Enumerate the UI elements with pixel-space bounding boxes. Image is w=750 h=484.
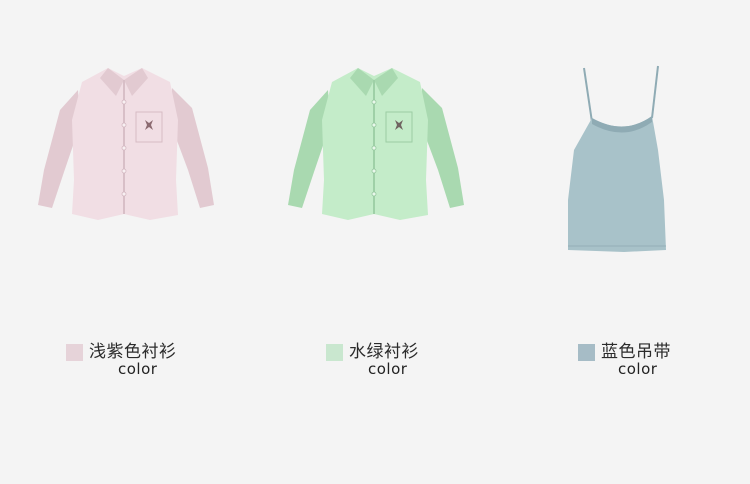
color-name: 浅紫色衬衫 — [89, 341, 177, 362]
blue-camisole-image — [568, 65, 666, 252]
product-card-green-shirt[interactable]: 水绿衬衫 color — [250, 0, 500, 484]
color-name: 水绿衬衫 — [349, 341, 419, 362]
green-shirt-image — [288, 68, 464, 220]
color-name: 蓝色吊带 — [601, 341, 671, 362]
color-subtitle: color — [618, 360, 658, 378]
color-swatch — [326, 343, 343, 361]
color-swatch — [578, 343, 595, 361]
product-card-pink-shirt[interactable]: 浅紫色衬衫 color — [0, 0, 250, 484]
color-subtitle: color — [368, 360, 408, 378]
product-card-blue-camisole[interactable]: 蓝色吊带 color — [500, 0, 750, 484]
color-subtitle: color — [118, 360, 158, 378]
color-swatch — [66, 343, 83, 361]
pink-shirt-image — [38, 68, 214, 220]
